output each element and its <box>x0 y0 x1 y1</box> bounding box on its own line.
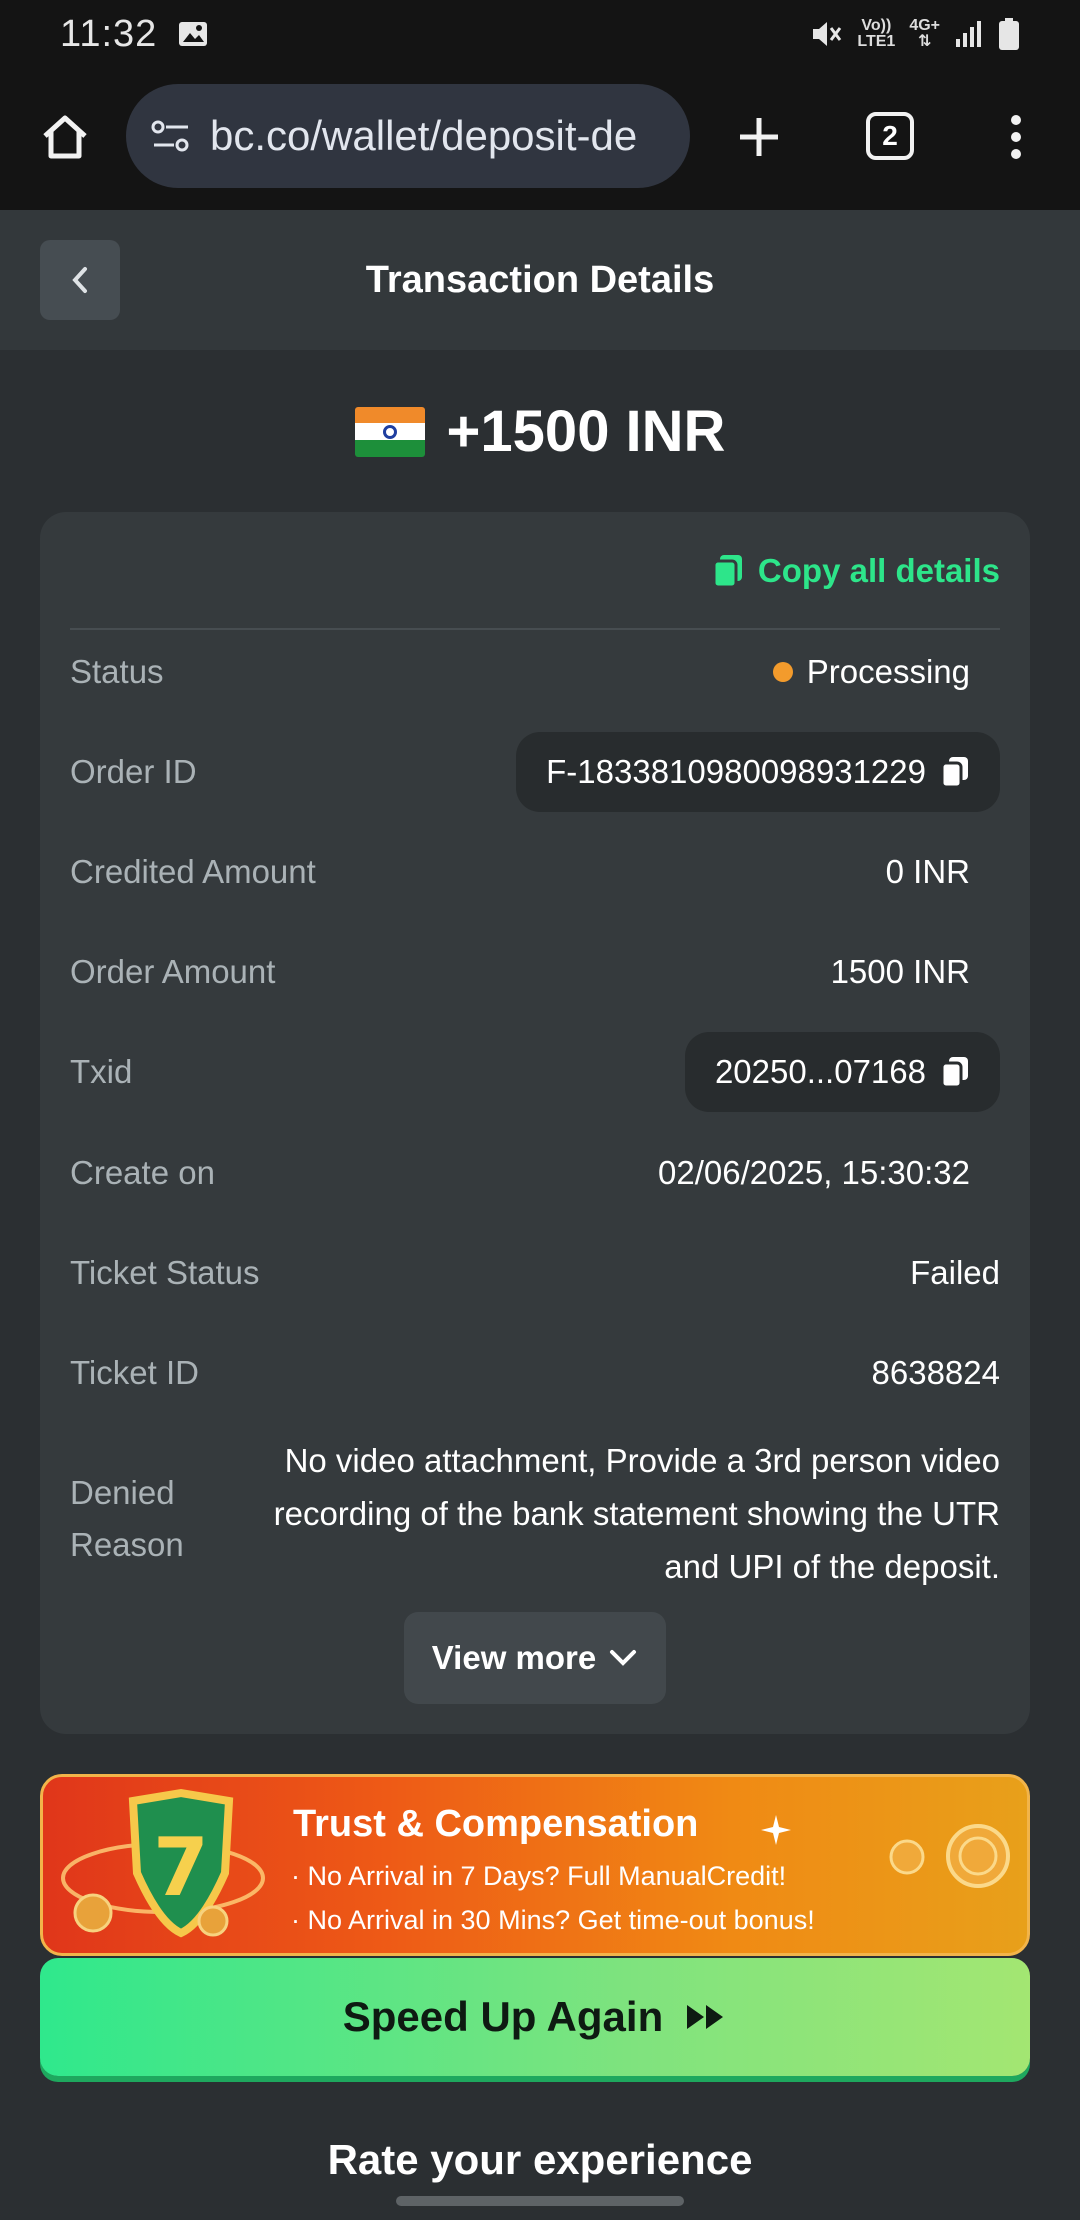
amount-display: +1500 INR <box>0 398 1080 465</box>
fast-forward-icon <box>687 2005 724 2029</box>
txid-row: Txid 20250...07168 <box>70 1032 1000 1112</box>
india-flag-icon <box>354 406 425 457</box>
clock: 11:32 <box>60 12 158 55</box>
url-text: bc.co/wallet/deposit-de <box>210 112 638 159</box>
browser-toolbar: bc.co/wallet/deposit-de 2 <box>0 68 1080 210</box>
signal-icon <box>956 21 981 47</box>
home-icon[interactable] <box>40 112 90 162</box>
credited-amount-row: Credited Amount 0 INR <box>70 832 1000 912</box>
copy-icon <box>940 1057 968 1089</box>
status-dot-icon <box>772 662 793 682</box>
order-amount-row: Order Amount 1500 INR <box>70 932 1000 1012</box>
battery-icon <box>999 18 1019 50</box>
coin-icon <box>946 1824 1010 1888</box>
transaction-details-card: Copy all details Status Processing Order… <box>40 512 1030 1734</box>
view-more-button[interactable]: View more <box>404 1612 666 1704</box>
mute-icon <box>813 22 842 46</box>
banner-title: Trust & Compensation <box>293 1803 699 1845</box>
status-bar: 11:32 Vo)) LTE1 4G+ ⇅ <box>0 0 1080 68</box>
trust-compensation-banner[interactable]: 7 Trust & Compensation · No Arrival in 7… <box>40 1774 1030 1956</box>
page-header: Transaction Details <box>0 210 1080 350</box>
coin-icon <box>889 1839 925 1875</box>
txid-copy-pill[interactable]: 20250...07168 <box>684 1032 1000 1112</box>
created-on-row: Create on 02/06/2025, 15:30:32 <box>70 1133 1000 1213</box>
order-id-value: F-1833810980098931229 <box>546 753 926 790</box>
denied-reason-label: Denied Reason <box>70 1474 184 1563</box>
amount-text: +1500 INR <box>446 399 726 464</box>
order-amount-value: 1500 INR <box>830 953 970 990</box>
page-title: Transaction Details <box>365 259 715 301</box>
status-row: Status Processing <box>70 653 970 690</box>
banner-line-1: · No Arrival in 7 Days? Full ManualCredi… <box>291 1861 787 1891</box>
new-tab-icon[interactable] <box>736 114 782 160</box>
txid-value: 20250...07168 <box>714 1053 926 1090</box>
ticket-id-row: Ticket ID 8638824 <box>70 1354 1000 1391</box>
credited-amount-value: 0 INR <box>885 853 970 890</box>
speed-up-again-button[interactable]: Speed Up Again <box>40 1958 1030 2076</box>
ticket-id-value: 8638824 <box>871 1354 1000 1391</box>
site-settings-icon[interactable] <box>150 118 192 154</box>
volte-indicator: Vo)) LTE1 <box>857 17 896 50</box>
banner-line-2: · No Arrival in 30 Mins? Get time-out bo… <box>291 1905 815 1935</box>
home-indicator[interactable] <box>396 2196 684 2206</box>
menu-dots-icon[interactable] <box>1006 114 1026 160</box>
chevron-down-icon <box>610 1650 637 1666</box>
svg-text:7: 7 <box>153 1821 209 1914</box>
address-bar[interactable]: bc.co/wallet/deposit-de <box>126 84 690 188</box>
status-value: Processing <box>806 653 970 690</box>
ticket-status-row: Ticket Status Failed <box>70 1254 1000 1291</box>
chevron-left-icon <box>72 267 87 293</box>
created-on-value: 02/06/2025, 15:30:32 <box>658 1154 970 1191</box>
gallery-notification-icon <box>179 22 208 46</box>
back-button[interactable] <box>40 240 120 320</box>
network-type: 4G+ ⇅ <box>909 17 940 50</box>
tab-switcher-button[interactable]: 2 <box>866 112 914 160</box>
sparkle-icon <box>761 1815 791 1845</box>
denied-reason-text: No video attachment, Provide a 3rd perso… <box>273 1442 1000 1585</box>
copy-icon <box>940 757 968 789</box>
copy-icon <box>712 555 742 589</box>
ticket-status-value: Failed <box>910 1254 1000 1291</box>
divider <box>70 628 1000 630</box>
rate-experience-heading: Rate your experience <box>327 2136 753 2183</box>
copy-all-button[interactable]: Copy all details <box>712 552 1000 590</box>
order-id-copy-pill[interactable]: F-1833810980098931229 <box>516 732 1000 812</box>
order-id-row: Order ID F-1833810980098931229 <box>70 732 1000 812</box>
shield-seven-icon: 7 <box>61 1788 265 1938</box>
